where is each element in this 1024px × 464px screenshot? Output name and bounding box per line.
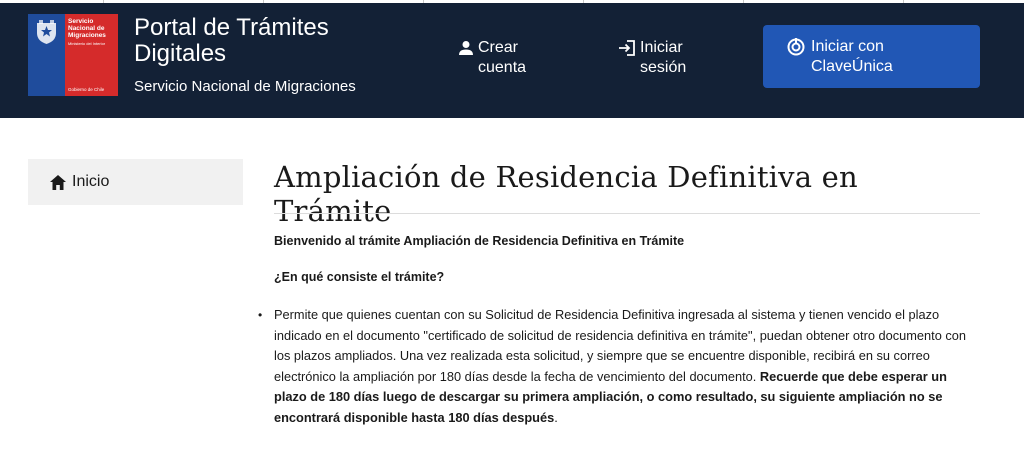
create-account-label: Crear cuenta bbox=[478, 39, 527, 76]
page-title: Ampliación de Residencia Definitiva en T… bbox=[274, 160, 858, 228]
power-icon bbox=[787, 38, 805, 56]
logo-government: Gobierno de Chile bbox=[68, 87, 105, 92]
login-link[interactable]: Iniciar sesión bbox=[618, 38, 720, 78]
create-account-link[interactable]: Crear cuenta bbox=[458, 38, 548, 78]
clave-unica-button[interactable]: Iniciar con ClaveÚnica bbox=[763, 25, 980, 88]
home-icon bbox=[50, 174, 66, 190]
sidebar-item-inicio[interactable]: Inicio bbox=[28, 159, 243, 205]
logo-line1: Servicio bbox=[68, 18, 94, 25]
question-heading: ¿En qué consiste el trámite? bbox=[274, 270, 445, 284]
bullet-marker: • bbox=[258, 308, 263, 322]
coat-of-arms-icon bbox=[37, 20, 56, 44]
description-end: . bbox=[554, 409, 558, 425]
sidebar-item-label: Inicio bbox=[72, 173, 110, 190]
clave-unica-label: Iniciar con ClaveÚnica bbox=[811, 38, 893, 75]
logo-line2: Nacional de bbox=[68, 25, 105, 32]
logo-line3: Migraciones bbox=[68, 32, 106, 39]
welcome-text: Bienvenido al trámite Ampliación de Resi… bbox=[274, 234, 685, 248]
user-icon bbox=[459, 41, 473, 55]
logo-ministry: Ministerio del Interior bbox=[68, 41, 106, 46]
title-divider bbox=[274, 213, 980, 214]
description-paragraph: Permite que quienes cuentan con su Solic… bbox=[274, 305, 980, 428]
logo-blue-panel bbox=[28, 14, 65, 96]
migraciones-logo[interactable]: Servicio Nacional de Migraciones Ministe… bbox=[28, 14, 118, 96]
login-icon bbox=[619, 40, 635, 56]
site-title[interactable]: Portal de Trámites Digitales bbox=[134, 15, 394, 67]
logo-red-panel: Servicio Nacional de Migraciones Ministe… bbox=[65, 14, 118, 96]
navbar: Servicio Nacional de Migraciones Ministe… bbox=[0, 3, 1024, 118]
login-label: Iniciar sesión bbox=[640, 39, 687, 76]
site-subtitle: Servicio Nacional de Migraciones bbox=[134, 78, 356, 95]
